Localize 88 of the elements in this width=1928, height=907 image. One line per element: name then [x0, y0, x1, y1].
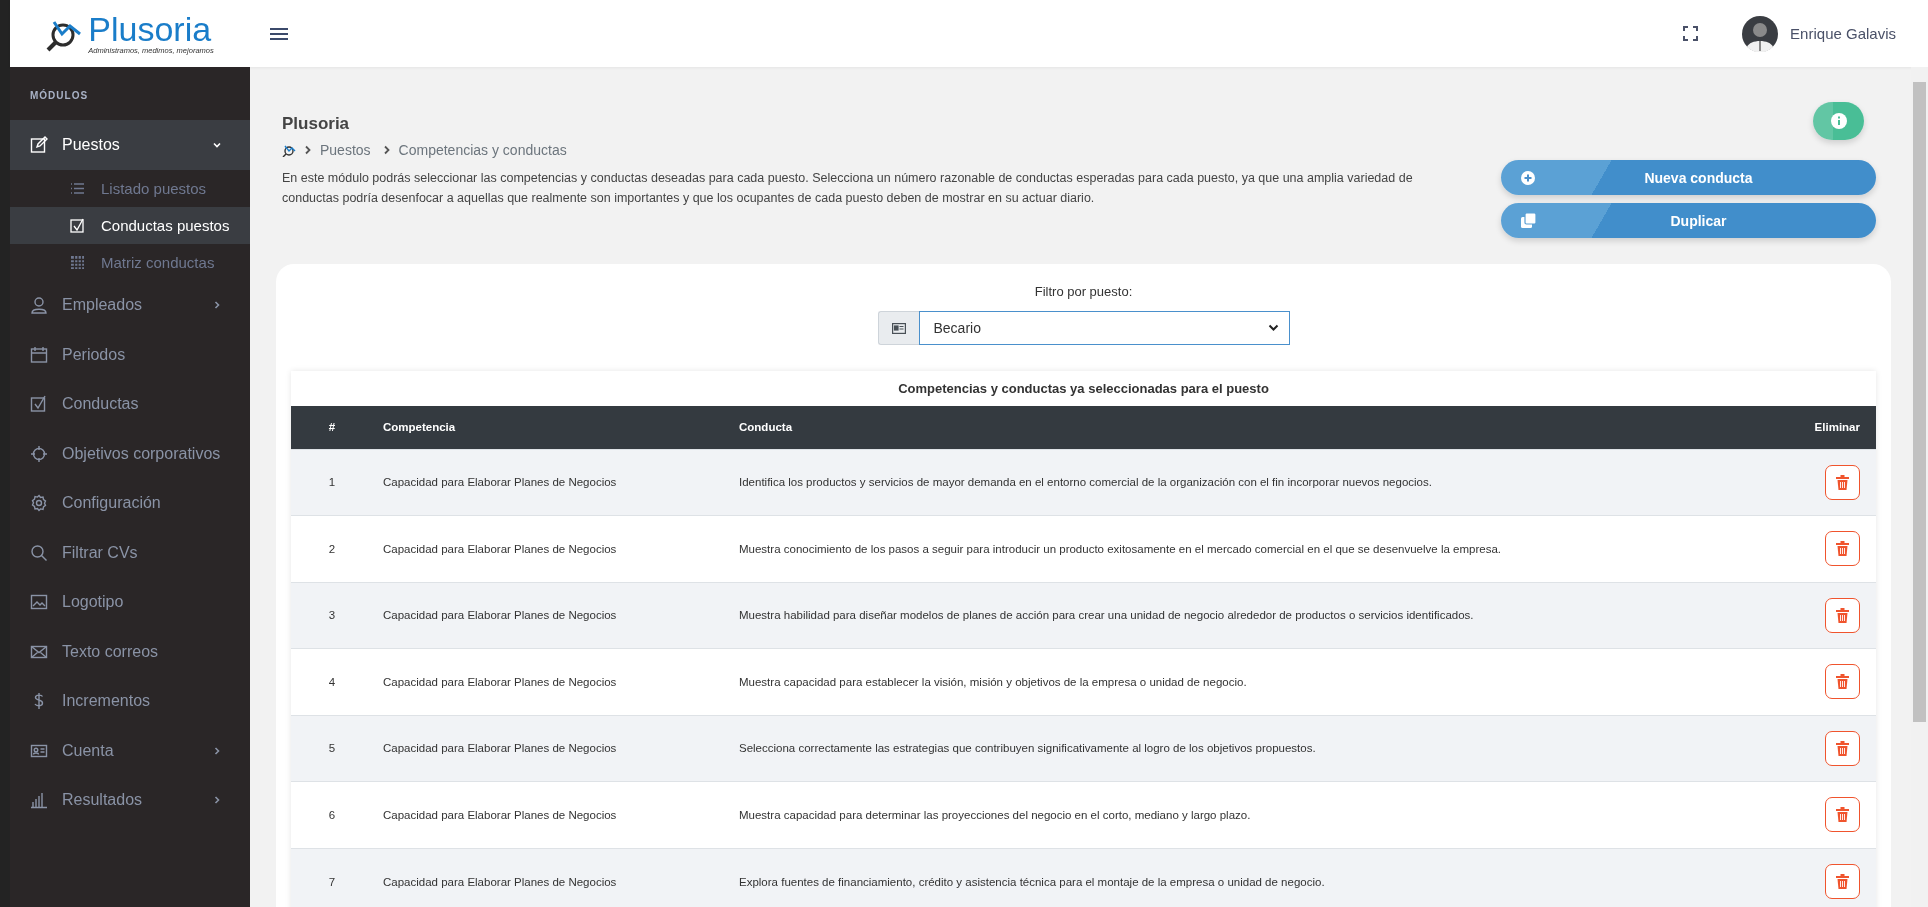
- table-cell: Muestra capacidad para determinar las proyecciones del negocio en el corto, mediano y largo plazo.: [729, 781, 1779, 848]
- column-header: #: [291, 406, 373, 449]
- logo-text: Plusoria: [88, 12, 213, 46]
- trash-icon: [1836, 740, 1849, 756]
- search-icon: [30, 543, 48, 562]
- trash-icon: [1836, 674, 1849, 690]
- breadcrumb-item[interactable]: Puestos: [320, 142, 371, 158]
- delete-button[interactable]: [1825, 464, 1860, 500]
- sidebar-item[interactable]: Filtrar CVs: [10, 528, 250, 578]
- delete-button[interactable]: [1825, 797, 1860, 833]
- page-description: En este módulo podrás seleccionar las competencias y conductas deseadas para cada puesto. Selecciona un número razonable de conductas esperadas para cada puesto, ya que una amplia variedad de conductas podría desenfocar a aquellas que realmente son importantes y que los ocupantes de cada puesto deben de mostrar en su actuar diario.: [282, 170, 1414, 207]
- table-cell: Capacidad para Elaborar Planes de Negocios: [373, 781, 729, 848]
- delete-button[interactable]: [1825, 664, 1860, 700]
- table-cell: 3: [291, 582, 373, 649]
- sidebar-item[interactable]: Periodos: [10, 330, 250, 380]
- table-cell: Capacidad para Elaborar Planes de Negocios: [373, 715, 729, 782]
- chevron-right-icon: [304, 145, 312, 155]
- info-button[interactable]: [1813, 102, 1864, 140]
- table-title: Competencias y conductas ya seleccionadas para el puesto: [897, 380, 1270, 398]
- sidebar-item[interactable]: Objetivos corporativos: [10, 429, 250, 479]
- sidebar-item[interactable]: Configuración: [10, 478, 250, 528]
- check-icon: [70, 217, 85, 233]
- sidebar-item[interactable]: Cuenta: [10, 726, 250, 776]
- avatar-silhouette-icon[interactable]: [1742, 15, 1779, 52]
- info-icon: [1830, 113, 1847, 129]
- copy-icon: [1521, 213, 1536, 228]
- sidebar-item[interactable]: Empleados: [10, 280, 250, 330]
- edit-icon: [30, 135, 48, 154]
- user-name[interactable]: Enrique Galavis: [1790, 25, 1896, 42]
- column-header: Competencia: [373, 406, 729, 449]
- breadcrumb-item: Competencias y conductas: [398, 142, 567, 158]
- chevron-right-icon: [382, 145, 391, 155]
- delete-button[interactable]: [1825, 597, 1860, 633]
- page-title: Plusoria: [282, 114, 351, 134]
- table-cell: 7: [291, 848, 373, 907]
- table-cell: 5: [291, 715, 373, 782]
- grid-icon: [70, 254, 85, 270]
- id-card-icon: [877, 311, 919, 345]
- gear-icon: [30, 494, 48, 513]
- sidebar-item[interactable]: Puestos: [10, 120, 250, 170]
- position-select[interactable]: Becario: [918, 311, 1290, 345]
- table-cell: 2: [291, 515, 373, 582]
- check-icon: [30, 395, 48, 414]
- bars-icon: [30, 791, 48, 810]
- user-icon: [30, 296, 48, 315]
- sidebar-section-label: MÓDULOS: [29, 90, 90, 103]
- home-logo-icon[interactable]: [282, 143, 296, 157]
- delete-button[interactable]: [1825, 864, 1860, 899]
- trash-icon: [1836, 474, 1849, 490]
- sidebar-subitem[interactable]: Conductas puestos: [10, 206, 250, 244]
- table-cell: 1: [291, 449, 373, 516]
- table-cell: Identifica los productos y servicios de mayor demanda en el entorno comercial de la organización con el fin incorporar nuevos negocios.: [729, 449, 1779, 516]
- list-icon: [70, 180, 85, 196]
- table-cell: Capacidad para Elaborar Planes de Negocios: [373, 848, 729, 907]
- sidebar-item[interactable]: Texto correos: [10, 627, 250, 677]
- table-cell: Capacidad para Elaborar Planes de Negocios: [373, 449, 729, 516]
- delete-button[interactable]: [1825, 531, 1860, 567]
- table-cell: Selecciona correctamente las estrategias que contribuyen significativamente al logro de los objetivos propuestos.: [729, 715, 1779, 782]
- table-cell: Muestra conocimiento de los pasos a seguir para introducir un producto exitosamente en el mercado comercial en el que se desenvuelve la empresa.: [729, 515, 1779, 582]
- table-cell: 6: [291, 781, 373, 848]
- column-header: Eliminar: [1779, 406, 1876, 449]
- table-cell: Muestra capacidad para establecer la visión, misión y objetivos de la empresa o unidad de negocio.: [729, 648, 1779, 715]
- table-cell: Explora fuentes de financiamiento, crédito y asistencia técnica para el montaje de la empresa o unidad de negocio.: [729, 848, 1779, 907]
- sidebar-item[interactable]: Incrementos: [10, 676, 250, 726]
- delete-button[interactable]: [1825, 730, 1860, 766]
- sidebar-item[interactable]: Conductas: [10, 379, 250, 429]
- table-cell: 4: [291, 648, 373, 715]
- calendar-icon: [30, 345, 48, 364]
- trash-icon: [1836, 607, 1849, 623]
- plus-circle-icon: [1521, 170, 1535, 185]
- caret-icon: [1267, 324, 1279, 332]
- table-cell: Muestra habilidad para diseñar modelos de planes de acción para crear una unidad de negocio alrededor de productos o servicios identificados.: [729, 582, 1779, 649]
- trash-icon: [1836, 541, 1849, 557]
- new-behavior-button[interactable]: Nueva conducta: [1501, 160, 1876, 195]
- sidebar-item[interactable]: Logotipo: [10, 577, 250, 627]
- table-cell: Capacidad para Elaborar Planes de Negocios: [373, 648, 729, 715]
- target-icon: [30, 444, 48, 463]
- sidebar-item[interactable]: Resultados: [10, 775, 250, 825]
- trash-icon: [1836, 807, 1849, 823]
- sidebar-subitem[interactable]: Listado puestos: [10, 169, 250, 207]
- table-cell: Capacidad para Elaborar Planes de Negocios: [373, 515, 729, 582]
- duplicate-button[interactable]: Duplicar: [1501, 203, 1876, 238]
- sidebar-subitem[interactable]: Matriz conductas: [10, 243, 250, 281]
- column-header: Conducta: [729, 406, 1779, 449]
- filter-label: Filtro por puesto:: [1034, 284, 1133, 299]
- image-icon: [30, 593, 48, 612]
- trash-icon: [1836, 874, 1849, 889]
- table-cell: Capacidad para Elaborar Planes de Negocios: [373, 582, 729, 649]
